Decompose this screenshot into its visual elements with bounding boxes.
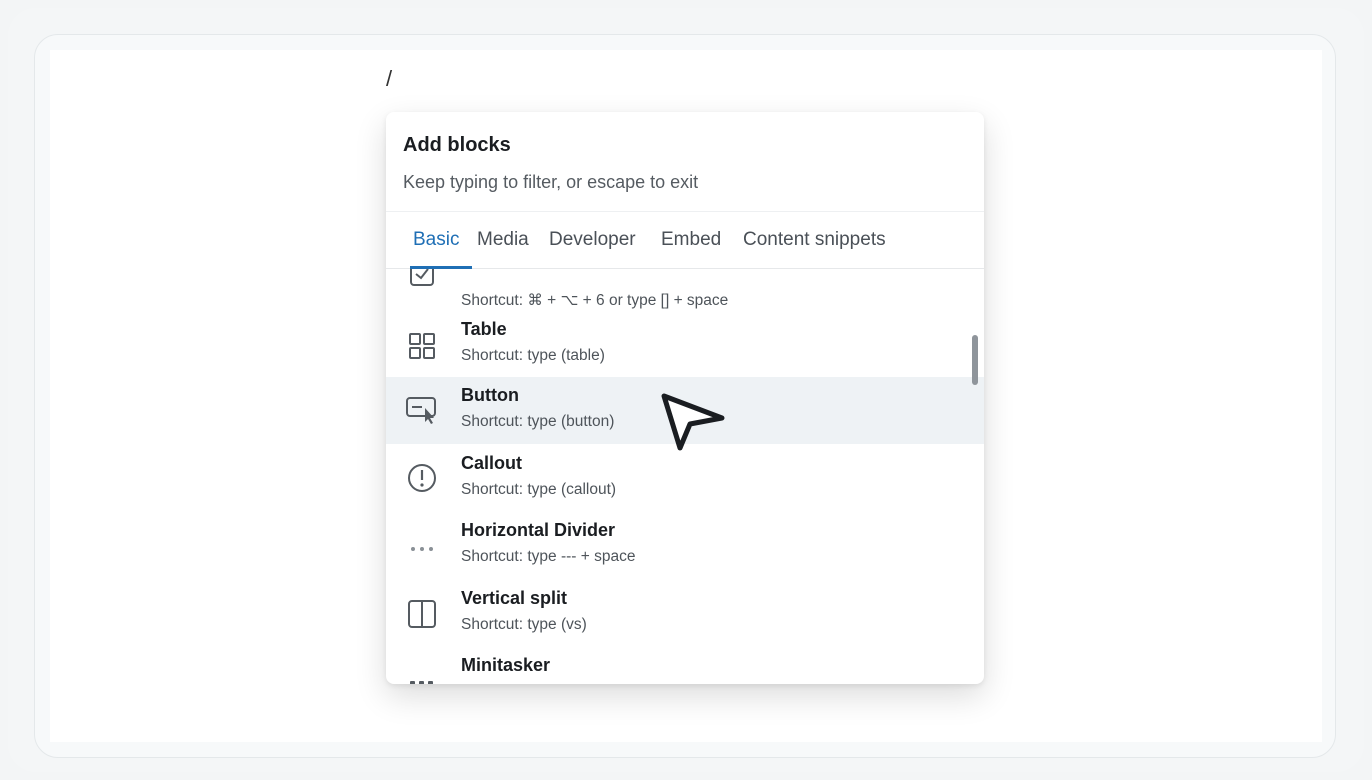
- list-item-title: Callout: [461, 453, 522, 473]
- tab-basic[interactable]: Basic: [413, 229, 459, 251]
- tab-embed[interactable]: Embed: [661, 229, 721, 251]
- list-item-minitasker[interactable]: Minitasker: [386, 649, 984, 684]
- table-icon: [404, 328, 440, 364]
- vertical-split-icon: [404, 596, 440, 632]
- list-item-title: Minitasker: [461, 655, 551, 675]
- list-item-table[interactable]: Table Shortcut: type (table): [386, 314, 984, 381]
- list-item-shortcut: Shortcut: type (table): [461, 347, 605, 364]
- scrollbar-thumb[interactable]: [972, 335, 978, 385]
- list-item-callout[interactable]: Callout Shortcut: type (callout): [386, 448, 984, 515]
- list-item-shortcut: Shortcut: type --- + space: [461, 548, 636, 565]
- list-item-shortcut: Shortcut: ⌘ + ⌥ + 6 or type [] + space: [461, 292, 729, 309]
- minitasker-icon: [404, 667, 440, 684]
- tab-media[interactable]: Media: [477, 229, 529, 251]
- list-item-title: Horizontal Divider: [461, 520, 616, 540]
- tab-developer[interactable]: Developer: [549, 229, 636, 251]
- menu-header: Add blocks Keep typing to filter, or esc…: [386, 112, 984, 212]
- list-item-title: Vertical split: [461, 588, 568, 608]
- list-item-shortcut: Shortcut: type (button): [461, 413, 615, 430]
- list-item-title: Table: [461, 319, 507, 339]
- button-icon: [404, 391, 440, 427]
- list-item-horizontal-divider[interactable]: Horizontal Divider Shortcut: type --- + …: [386, 515, 984, 582]
- divider-icon: [404, 527, 440, 563]
- list-item-shortcut: Shortcut: type (vs): [461, 616, 587, 633]
- menu-title: Add blocks: [403, 134, 511, 156]
- mouse-pointer-icon: [660, 392, 730, 452]
- checkbox-icon: [404, 269, 440, 293]
- list-item-vertical-split[interactable]: Vertical split Shortcut: type (vs): [386, 582, 984, 649]
- list-item-checklist[interactable]: Shortcut: ⌘ + ⌥ + 6 or type [] + space: [386, 269, 984, 314]
- slash-command-text: /: [386, 66, 393, 91]
- tab-content-snippets[interactable]: Content snippets: [743, 229, 886, 251]
- list-item-title: Button: [461, 385, 519, 405]
- list-item-shortcut: Shortcut: type (callout): [461, 481, 617, 498]
- menu-subtitle: Keep typing to filter, or escape to exit: [403, 172, 699, 192]
- callout-icon: [404, 460, 440, 496]
